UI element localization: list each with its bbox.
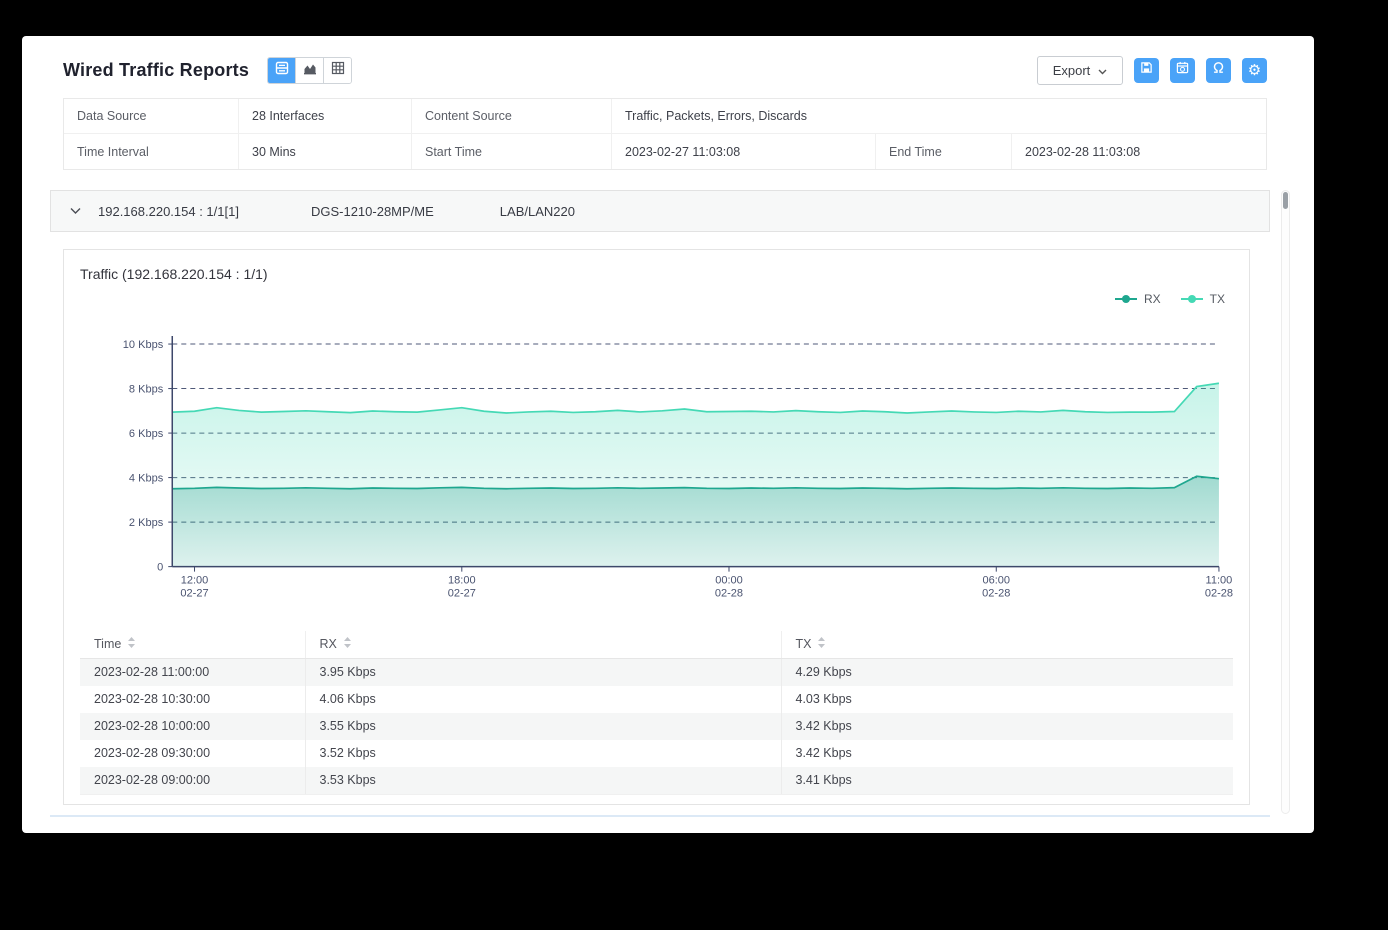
svg-text:06:00: 06:00 <box>982 575 1010 587</box>
table-cell: 3.95 Kbps <box>305 658 782 686</box>
traffic-table-body: 2023-02-28 11:00:00 3.95 Kbps 4.29 Kbps 202… <box>80 658 1233 794</box>
page-title: Wired Traffic Reports <box>63 59 250 80</box>
device-location: LAB/LAN220 <box>499 203 575 219</box>
table-cell: 2023-02-28 10:00:00 <box>80 712 306 740</box>
svg-text:02-28: 02-28 <box>982 588 1010 600</box>
legend-item-tx[interactable]: TX <box>1180 292 1225 306</box>
traffic-card: Traffic (192.168.220.154 : 1/1) RX TX 10… <box>63 249 1250 805</box>
table-cell: 3.42 Kbps <box>795 746 852 761</box>
column-header-tx[interactable]: TX <box>781 630 1233 659</box>
traffic-data-table: Time RX TX 2023-02-28 11:00:00 3.95 Kbps 4… <box>80 630 1233 794</box>
svg-text:02-28: 02-28 <box>1205 588 1233 600</box>
table-cell: 2023-02-28 09:30:00 <box>80 739 306 767</box>
save-icon <box>1140 61 1153 79</box>
table-cell: 4.03 Kbps <box>795 692 852 707</box>
headset-icon <box>1212 61 1225 79</box>
table-icon <box>331 61 345 80</box>
table-cell: 2023-02-28 11:00:00 <box>80 658 306 686</box>
table-row: 2023-02-28 10:00:00 3.55 Kbps 3.42 Kbps <box>80 712 1233 740</box>
save-report-button[interactable] <box>1134 57 1159 83</box>
combined-view-icon <box>275 61 289 80</box>
svg-text:2 Kbps: 2 Kbps <box>129 517 164 529</box>
svg-text:4 Kbps: 4 Kbps <box>129 473 164 485</box>
calendar-schedule-icon <box>1176 61 1189 79</box>
sort-icon <box>818 637 826 651</box>
start-time-value: 2023-02-27 11:03:08 <box>612 134 876 169</box>
interface-section: 192.168.220.154 : 1/1[1] DGS-1210-28MP/M… <box>50 190 1270 814</box>
rx-series-marker <box>1114 294 1137 304</box>
svg-text:02-28: 02-28 <box>715 588 743 600</box>
end-time-value: 2023-02-28 11:03:08 <box>1025 144 1141 159</box>
svg-text:0: 0 <box>157 562 163 574</box>
table-cell: 3.42 Kbps <box>781 712 1233 740</box>
data-source-label: Data Source <box>64 99 239 134</box>
view-toggle-group <box>267 56 353 84</box>
svg-text:11:00: 11:00 <box>1206 575 1233 587</box>
svg-text:6 Kbps: 6 Kbps <box>129 428 164 440</box>
traffic-chart-canvas: 10 Kbps 8 Kbps 6 Kbps 4 Kbps 2 Kbps 0 12:00 02-… <box>80 326 1233 601</box>
svg-text:8 Kbps: 8 Kbps <box>129 384 164 396</box>
svg-text:02-27: 02-27 <box>448 588 476 600</box>
start-time-label: Start Time <box>412 134 612 169</box>
table-cell: 2023-02-28 09:00:00 <box>80 766 306 794</box>
view-combined-button[interactable] <box>268 57 297 83</box>
vertical-scrollbar[interactable] <box>1281 190 1290 814</box>
table-row: 2023-02-28 11:00:00 3.95 Kbps 4.29 Kbps <box>80 658 1233 686</box>
table-cell: 3.52 Kbps <box>305 739 782 767</box>
table-cell: 3.55 Kbps <box>305 712 782 740</box>
table-cell: 3.41 Kbps <box>781 766 1233 794</box>
legend-label-rx: RX <box>1143 292 1161 306</box>
chevron-down-icon <box>1098 63 1107 78</box>
table-row: 2023-02-28 09:30:00 3.52 Kbps 3.42 Kbps <box>80 739 1233 767</box>
svg-text:00:00: 00:00 <box>715 575 743 587</box>
vertical-scrollbar-thumb[interactable] <box>1283 192 1288 209</box>
table-cell: 4.29 Kbps <box>781 658 1233 686</box>
gear-icon: ⚙ <box>1247 61 1262 79</box>
area-chart-icon <box>303 61 317 80</box>
data-source-value: 28 Interfaces <box>239 99 412 134</box>
device-model: DGS-1210-28MP/ME <box>310 203 434 219</box>
legend-label-tx: TX <box>1209 292 1225 306</box>
chart-title: Traffic (192.168.220.154 : 1/1) <box>80 266 268 282</box>
chevron-down-icon <box>70 207 81 215</box>
table-cell: 2023-02-28 10:30:00 <box>80 685 306 713</box>
settings-button[interactable]: ⚙ <box>1242 57 1267 83</box>
content-source-value: Traffic, Packets, Errors, Discards <box>612 99 1266 134</box>
schedule-report-button[interactable] <box>1170 57 1195 83</box>
support-button[interactable] <box>1206 57 1231 83</box>
interface-accordion-header[interactable]: 192.168.220.154 : 1/1[1] DGS-1210-28MP/M… <box>50 190 1270 232</box>
svg-text:12:00: 12:00 <box>181 575 209 587</box>
column-header-time[interactable]: Time <box>80 630 306 659</box>
svg-text:18:00: 18:00 <box>448 575 476 587</box>
view-table-button[interactable] <box>324 57 352 83</box>
table-cell: 4.06 Kbps <box>305 685 782 713</box>
svg-text:10 Kbps: 10 Kbps <box>123 339 164 351</box>
app-window: Wired Traffic Reports Export ⚙ Data Sour… <box>22 36 1314 833</box>
table-row-clipped <box>80 793 1233 804</box>
time-interval-label: Time Interval <box>64 134 239 169</box>
table-row: 2023-02-28 09:00:00 3.53 Kbps 3.41 Kbps <box>80 766 1233 794</box>
legend-item-rx[interactable]: RX <box>1114 292 1161 306</box>
sort-icon <box>343 637 351 651</box>
export-button-label: Export <box>1052 62 1091 78</box>
report-info-table: Data Source 28 Interfaces Content Source… <box>63 98 1267 170</box>
time-interval-value: 30 Mins <box>239 134 412 169</box>
table-header-row: Time RX TX <box>80 630 1233 659</box>
screen: { "header": { "title": "Wired Traffic Re… <box>0 0 1388 930</box>
content-source-label: Content Source <box>412 99 612 134</box>
horizontal-scrollbar[interactable] <box>50 815 1270 817</box>
end-time-label: End Time <box>876 134 1012 169</box>
chart-legend: RX TX <box>1114 292 1225 306</box>
tx-series-marker <box>1180 294 1203 304</box>
table-cell: 3.53 Kbps <box>305 766 782 794</box>
view-chart-button[interactable] <box>296 57 325 83</box>
column-header-rx[interactable]: RX <box>305 630 782 659</box>
svg-text:02-27: 02-27 <box>180 588 208 600</box>
export-button[interactable]: Export <box>1037 55 1123 85</box>
page-header: Wired Traffic Reports Export ⚙ <box>63 53 1267 87</box>
sort-icon <box>128 637 136 651</box>
table-row: 2023-02-28 10:30:00 4.06 Kbps 4.03 Kbps <box>80 685 1233 713</box>
interface-address: 192.168.220.154 : 1/1[1] <box>98 203 239 219</box>
